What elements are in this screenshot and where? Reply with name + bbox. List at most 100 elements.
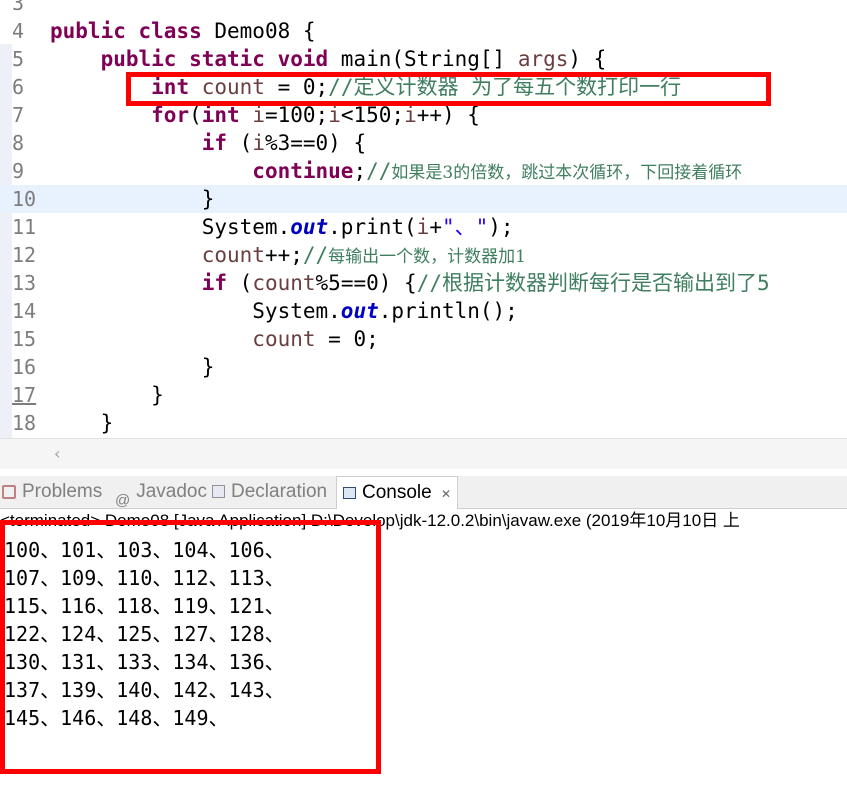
code-token: +	[429, 215, 442, 239]
code-token: 如果是3的倍数，跳过本次循环，下回接着循环	[391, 163, 743, 183]
code-token: System.	[50, 299, 341, 323]
code-text: public static void main(String[] args) {	[50, 45, 607, 73]
code-token: i	[328, 103, 341, 127]
code-text: for(int i=100;i<150;i++) {	[50, 101, 480, 129]
tab-javadoc-label: Javadoc	[136, 481, 208, 502]
line-number: 4	[12, 19, 25, 43]
code-token: i	[404, 103, 417, 127]
line-number: 13	[12, 271, 37, 295]
code-line[interactable]: 13 if (count%5==0) {//根据计数器判断每行是否输出到了5	[0, 269, 847, 297]
horizontal-scrollbar[interactable]: ‹	[0, 438, 847, 469]
code-line[interactable]: 9 continue;//如果是3的倍数，跳过本次循环，下回接着循环	[0, 157, 847, 185]
code-token: (	[239, 131, 253, 155]
code-token: <150;	[340, 103, 405, 127]
code-token: (	[239, 271, 253, 295]
code-token: if	[201, 271, 240, 295]
code-line[interactable]: 3	[0, 0, 847, 17]
line-number: 8	[12, 131, 25, 155]
code-token: for	[151, 103, 190, 127]
code-text: System.out.print(i+"、");	[50, 213, 514, 241]
code-token: public class	[50, 19, 215, 43]
code-token: if	[201, 131, 240, 155]
code-token: public static void	[100, 47, 341, 71]
code-token: out	[340, 299, 379, 323]
line-number: 6	[12, 75, 25, 99]
code-token: %5==0) {	[315, 271, 417, 295]
code-text: count = 0;	[50, 325, 378, 353]
code-line[interactable]: 14 System.out.println();	[0, 297, 847, 325]
line-number: 5	[12, 47, 25, 71]
code-line[interactable]: 7 for(int i=100;i<150;i++) {	[0, 101, 847, 129]
console-output-line: 137、139、140、142、143、	[4, 678, 285, 702]
console-output-line: 115、116、118、119、121、	[4, 594, 285, 618]
code-token: Demo08 {	[214, 19, 316, 43]
console-output[interactable]: 100、101、103、104、106、 107、109、110、112、113、…	[0, 535, 847, 790]
code-token: //根据计数器判断每行是否输出到了5	[416, 271, 770, 295]
code-token: //	[302, 243, 329, 267]
tab-declaration[interactable]: Declaration	[212, 476, 327, 508]
code-token: count	[252, 271, 316, 295]
console-output-line: 130、131、133、134、136、	[4, 650, 285, 674]
code-text: if (count%5==0) {//根据计数器判断每行是否输出到了5	[50, 269, 770, 297]
code-token: count	[201, 243, 265, 267]
code-text: }	[50, 185, 215, 213]
code-text: int count = 0;//定义计数器 为了每五个数打印一行	[50, 73, 681, 101]
code-line[interactable]: 17 }	[0, 381, 847, 409]
code-text: System.out.println();	[50, 297, 518, 325]
code-token: .println();	[378, 299, 518, 323]
code-token: i	[416, 215, 430, 239]
problems-icon	[2, 484, 16, 499]
code-token: //	[366, 159, 392, 183]
declaration-icon	[212, 485, 225, 499]
code-token: }	[50, 383, 164, 407]
code-line[interactable]: 18 }	[0, 409, 847, 437]
code-token: }	[50, 411, 114, 435]
code-text: }	[50, 353, 215, 381]
code-line[interactable]: 11 System.out.print(i+"、");	[0, 213, 847, 241]
console-output-line: 107、109、110、112、113、	[4, 566, 285, 590]
code-token: = 0;	[264, 75, 329, 99]
code-token: out	[290, 215, 329, 239]
code-text: if (i%3==0) {	[50, 129, 366, 157]
code-token: ++) {	[416, 103, 480, 127]
code-line[interactable]: 5 public static void main(String[] args)…	[0, 45, 847, 73]
scroll-left-icon[interactable]: ‹	[54, 444, 60, 463]
code-token: continue	[252, 159, 354, 183]
tab-console-label: Console	[362, 482, 432, 503]
tab-javadoc[interactable]: @ Javadoc	[115, 476, 208, 509]
tab-problems-label: Problems	[22, 481, 103, 502]
code-token: count	[252, 327, 316, 351]
code-token: ;	[353, 159, 367, 183]
close-icon[interactable]: ✕	[441, 487, 451, 501]
line-number: 7	[12, 103, 25, 127]
at-icon: @	[115, 491, 131, 509]
code-line[interactable]: 10 }	[0, 185, 847, 213]
code-token: main(String[]	[340, 47, 518, 71]
code-line[interactable]: 8 if (i%3==0) {	[0, 129, 847, 157]
code-token: int	[151, 75, 202, 99]
line-number: 17	[12, 383, 37, 407]
code-editor[interactable]: 3 4 public class Demo08 {5 public static v…	[0, 0, 847, 438]
code-token: =100;	[264, 103, 329, 127]
code-token: //定义计数器 为了每五个数打印一行	[328, 75, 682, 99]
code-line[interactable]: 15 count = 0;	[0, 325, 847, 353]
code-line[interactable]: 16 }	[0, 353, 847, 381]
code-token: 每输出一个数，计数器加1	[328, 247, 526, 267]
console-output-line: 122、124、125、127、128、	[4, 622, 285, 646]
code-text: }	[50, 409, 114, 437]
tab-console[interactable]: Console ✕	[336, 476, 459, 509]
code-line[interactable]: 4 public class Demo08 {	[0, 17, 847, 45]
code-line[interactable]: 6 int count = 0;//定义计数器 为了每五个数打印一行	[0, 73, 847, 101]
code-line[interactable]: 12 count++;//每输出一个数，计数器加1	[0, 241, 847, 269]
tab-problems[interactable]: Problems	[2, 476, 102, 508]
code-token: System.	[50, 215, 291, 239]
line-number: 10	[12, 187, 37, 211]
console-output-line: 100、101、103、104、106、	[4, 538, 285, 562]
line-number: 3	[12, 0, 25, 15]
code-text: continue;//如果是3的倍数，跳过本次循环，下回接着循环	[50, 157, 742, 185]
